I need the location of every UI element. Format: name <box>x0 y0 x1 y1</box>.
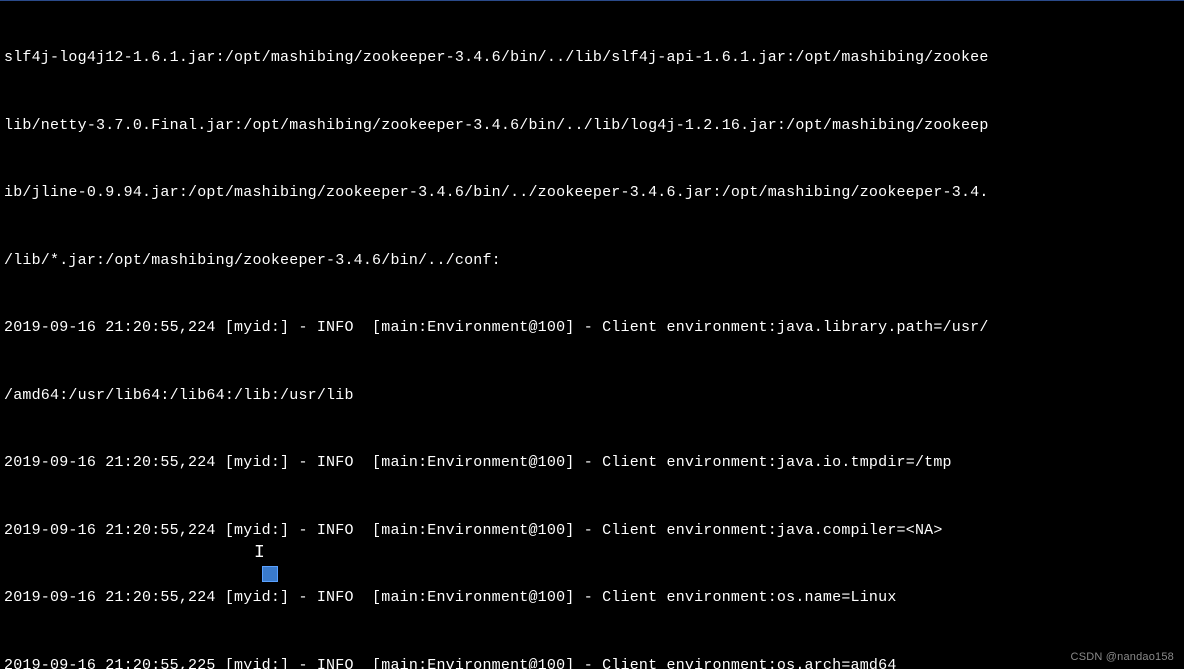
log-line: 2019-09-16 21:20:55,225 [myid:] - INFO [… <box>4 655 1184 669</box>
log-line: /amd64:/usr/lib64:/lib64:/lib:/usr/lib <box>4 385 1184 408</box>
watermark-text: CSDN @nandao158 <box>1071 649 1174 666</box>
log-line: 2019-09-16 21:20:55,224 [myid:] - INFO [… <box>4 520 1184 543</box>
log-line: 2019-09-16 21:20:55,224 [myid:] - INFO [… <box>4 587 1184 610</box>
log-line: 2019-09-16 21:20:55,224 [myid:] - INFO [… <box>4 317 1184 340</box>
log-line: ib/jline-0.9.94.jar:/opt/mashibing/zooke… <box>4 182 1184 205</box>
log-line: 2019-09-16 21:20:55,224 [myid:] - INFO [… <box>4 452 1184 475</box>
terminal-output[interactable]: slf4j-log4j12-1.6.1.jar:/opt/mashibing/z… <box>0 0 1184 669</box>
log-line: slf4j-log4j12-1.6.1.jar:/opt/mashibing/z… <box>4 47 1184 70</box>
log-line: lib/netty-3.7.0.Final.jar:/opt/mashibing… <box>4 115 1184 138</box>
log-line: /lib/*.jar:/opt/mashibing/zookeeper-3.4.… <box>4 250 1184 273</box>
